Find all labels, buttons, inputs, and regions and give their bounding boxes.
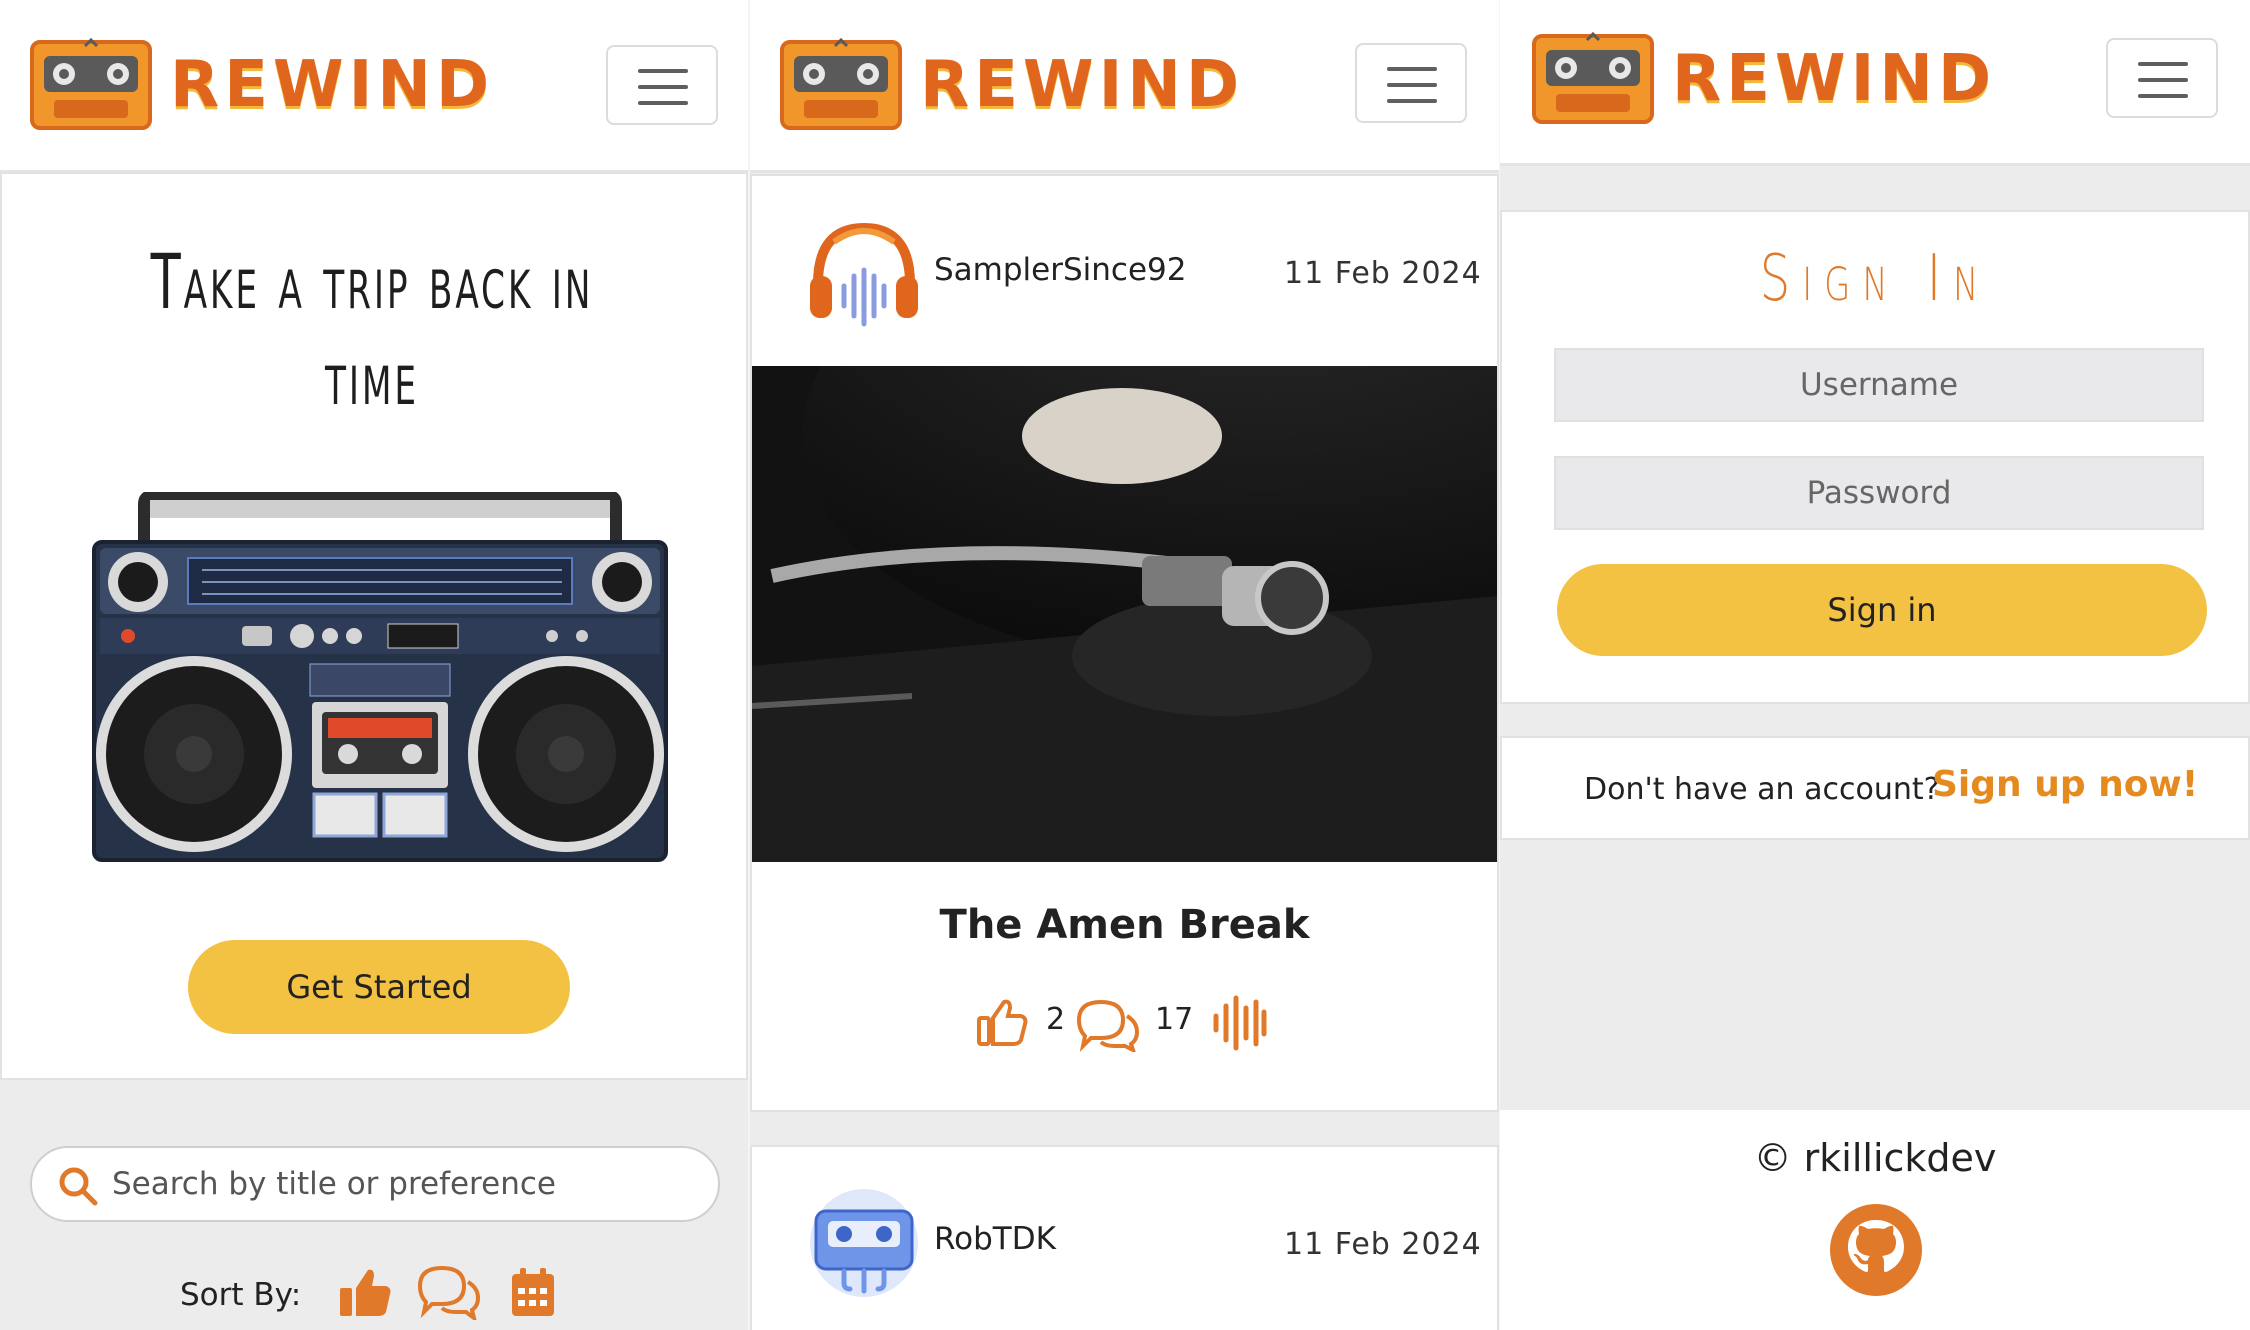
- hero-title: Take a trip back in time: [150, 237, 594, 422]
- get-started-button[interactable]: Get Started: [188, 940, 570, 1034]
- menu-toggle-button[interactable]: [606, 45, 718, 125]
- search-icon: [59, 1167, 98, 1206]
- search-bar[interactable]: Search by title or preference: [30, 1146, 720, 1222]
- navbar: REWIND: [1500, 0, 2250, 166]
- cassette-logo-icon: [780, 38, 902, 130]
- brand-logo[interactable]: REWIND: [30, 38, 494, 132]
- post-card[interactable]: SamplerSince92 11 Feb 2024 The Amen Brea…: [750, 174, 1499, 1112]
- boombox-illustration: [92, 492, 668, 862]
- brand-name: REWIND: [1672, 42, 1997, 116]
- navbar: REWIND: [750, 0, 1499, 173]
- calendar-icon[interactable]: [510, 1266, 556, 1318]
- brand-name: REWIND: [920, 48, 1245, 122]
- soundwave-icon[interactable]: [1212, 994, 1268, 1052]
- landing-panel: REWIND Take a trip back in time Get Star…: [0, 0, 748, 1330]
- copyright-text: © rkillickdev: [1753, 1136, 1997, 1180]
- post-author[interactable]: RobTDK: [934, 1221, 1056, 1257]
- footer: © rkillickdev: [1500, 1110, 2250, 1330]
- signup-card: Don't have an account? Sign up now!: [1500, 736, 2250, 840]
- like-count: 2: [1046, 1002, 1066, 1037]
- like-icon[interactable]: [977, 998, 1029, 1046]
- password-field[interactable]: Password: [1554, 456, 2204, 530]
- post-date: 11 Feb 2024: [1284, 256, 1482, 291]
- github-icon[interactable]: [1828, 1202, 1924, 1298]
- signup-link[interactable]: Sign up now!: [1932, 764, 2198, 805]
- comment-icon[interactable]: [1075, 998, 1141, 1052]
- signin-title: Sign In: [1759, 242, 1991, 316]
- post-date: 11 Feb 2024: [1284, 1227, 1482, 1262]
- post-title[interactable]: The Amen Break: [752, 902, 1497, 948]
- signin-card: Sign In Username Password Sign in: [1500, 210, 2250, 704]
- brand-logo[interactable]: REWIND: [780, 38, 1244, 132]
- post-card[interactable]: RobTDK 11 Feb 2024: [750, 1145, 1499, 1330]
- cassette-logo-icon: [1532, 32, 1654, 124]
- headphones-avatar-icon: [810, 222, 918, 327]
- feed-panel: REWIND SamplerSince92 11 Feb 2024 The Am…: [750, 0, 1499, 1330]
- comment-count: 17: [1155, 1002, 1194, 1037]
- brand-logo[interactable]: REWIND: [1532, 32, 1996, 126]
- brand-name: REWIND: [170, 48, 495, 122]
- comments-icon[interactable]: [416, 1264, 482, 1320]
- cassette-avatar-icon: [810, 1189, 918, 1297]
- signup-prompt: Don't have an account?: [1584, 772, 1940, 807]
- post-image-turntable[interactable]: [752, 366, 1497, 862]
- cassette-logo-icon: [30, 38, 152, 130]
- signin-button[interactable]: Sign in: [1557, 564, 2207, 656]
- thumbs-up-icon[interactable]: [338, 1266, 392, 1318]
- sort-label: Sort By:: [180, 1277, 302, 1313]
- username-field[interactable]: Username: [1554, 348, 2204, 422]
- menu-toggle-button[interactable]: [1355, 43, 1467, 123]
- menu-toggle-button[interactable]: [2106, 38, 2218, 118]
- search-input[interactable]: Search by title or preference: [112, 1166, 556, 1202]
- post-author[interactable]: SamplerSince92: [934, 252, 1186, 288]
- navbar: REWIND: [0, 0, 748, 173]
- hero-card: Take a trip back in time Get Started: [0, 172, 748, 1080]
- signin-panel: REWIND Sign In Username Password Sign in…: [1500, 0, 2250, 1330]
